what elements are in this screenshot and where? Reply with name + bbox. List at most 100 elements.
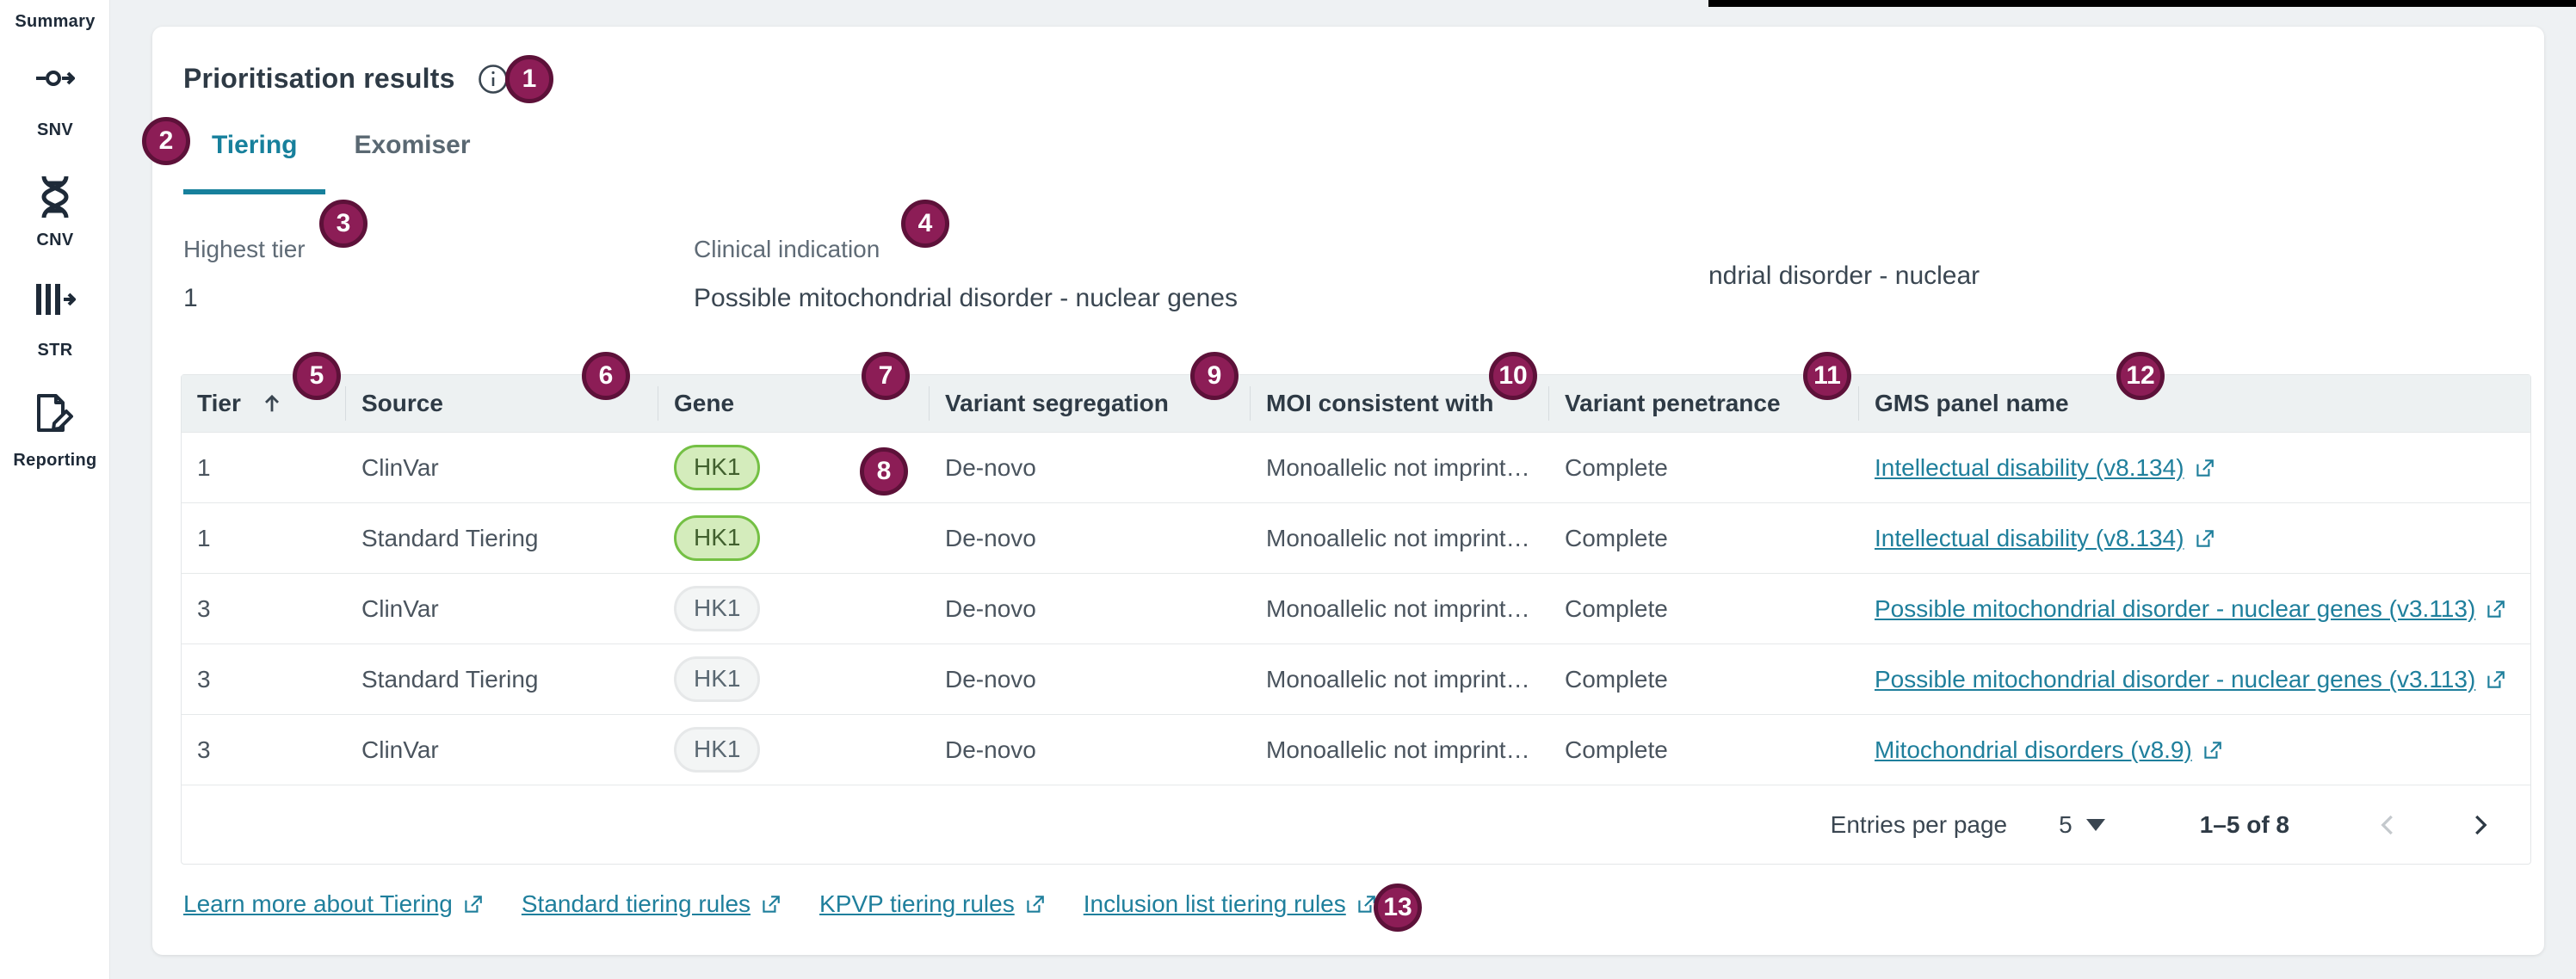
cell-moi: Monoallelic not imprint…	[1251, 454, 1549, 482]
cell-segregation: De-novo	[930, 595, 1251, 623]
cell-panel: Intellectual disability (v8.134)	[1859, 454, 2530, 482]
cell-panel: Possible mitochondrial disorder - nuclea…	[1859, 595, 2530, 623]
external-link-icon	[759, 893, 781, 915]
gene-chip: HK1	[674, 515, 760, 561]
next-page-button[interactable]	[2467, 812, 2493, 838]
callout-badge-13: 13	[1374, 884, 1422, 932]
gms-panel-link[interactable]: Intellectual disability (v8.134)	[1875, 525, 2215, 552]
gene-chip: HK1	[674, 727, 760, 773]
cell-tier: 1	[182, 525, 346, 552]
inclusion-list-tiering-rules-link[interactable]: Inclusion list tiering rules	[1084, 890, 1377, 918]
cell-penetrance: Complete	[1549, 595, 1859, 623]
gms-panel-link[interactable]: Intellectual disability (v8.134)	[1875, 454, 2215, 482]
truncated-text-artifact: ndrial disorder - nuclear	[1708, 262, 1980, 291]
table-header-row: Tier Source Gene Variant segregation MOI…	[182, 375, 2530, 432]
sidebar-item-snv[interactable]: SNV	[0, 120, 110, 140]
cell-gene: HK1	[658, 656, 930, 702]
gene-chip: HK1	[674, 656, 760, 702]
cell-tier: 3	[182, 595, 346, 623]
tab-bar: Tiering Exomiser	[183, 131, 499, 194]
cell-panel: Possible mitochondrial disorder - nuclea…	[1859, 666, 2530, 693]
sidebar-item-reporting[interactable]: Reporting	[0, 451, 110, 471]
entries-per-page-label: Entries per page	[1831, 811, 2007, 839]
callout-badge-10: 10	[1489, 352, 1537, 400]
cell-segregation: De-novo	[930, 454, 1251, 482]
top-black-bar	[1708, 0, 2576, 7]
callout-badge-8: 8	[860, 447, 908, 496]
callout-badge-4: 4	[901, 200, 949, 248]
previous-page-button[interactable]	[2375, 812, 2401, 838]
entries-per-page-select[interactable]: 5	[2059, 811, 2105, 839]
gms-panel-link[interactable]: Possible mitochondrial disorder - nuclea…	[1875, 595, 2506, 623]
callout-badge-3: 3	[319, 200, 368, 248]
external-link-icon	[1023, 893, 1046, 915]
gms-panel-link[interactable]: Mitochondrial disorders (v8.9)	[1875, 736, 2223, 764]
cell-segregation: De-novo	[930, 525, 1251, 552]
info-icon[interactable]	[478, 64, 509, 95]
external-link-icon	[2193, 527, 2215, 550]
kpvp-tiering-rules-link[interactable]: KPVP tiering rules	[819, 890, 1046, 918]
clinical-indication-value: Possible mitochondrial disorder - nuclea…	[694, 277, 1245, 320]
chevron-down-icon	[2086, 819, 2105, 831]
external-link-icon	[2484, 668, 2506, 691]
gms-panel-link[interactable]: Possible mitochondrial disorder - nuclea…	[1875, 666, 2506, 693]
callout-badge-9: 9	[1190, 352, 1239, 400]
learn-more-tiering-link[interactable]: Learn more about Tiering	[183, 890, 484, 918]
cell-gene: HK1	[658, 586, 930, 631]
highest-tier-label: Highest tier	[183, 236, 631, 263]
snv-icon[interactable]	[0, 65, 110, 91]
cell-segregation: De-novo	[930, 736, 1251, 764]
callout-badge-11: 11	[1803, 352, 1851, 400]
cell-source: ClinVar	[346, 595, 658, 623]
tiering-table: Tier Source Gene Variant segregation MOI…	[181, 374, 2531, 865]
standard-tiering-rules-link[interactable]: Standard tiering rules	[522, 890, 781, 918]
table-row: 3 Standard Tiering HK1 De-novo Monoallel…	[182, 643, 2530, 714]
cell-penetrance: Complete	[1549, 666, 1859, 693]
callout-badge-5: 5	[293, 352, 341, 400]
external-link-icon	[2484, 598, 2506, 620]
cell-panel: Mitochondrial disorders (v8.9)	[1859, 736, 2530, 764]
gene-chip: HK1	[674, 445, 760, 490]
cell-tier: 3	[182, 736, 346, 764]
cell-gene: HK1	[658, 727, 930, 773]
external-link-icon	[2201, 739, 2223, 761]
cell-source: ClinVar	[346, 454, 658, 482]
sidebar-item-str[interactable]: STR	[0, 341, 110, 360]
str-icon[interactable]	[0, 282, 110, 317]
callout-badge-6: 6	[582, 352, 630, 400]
tiering-help-links: Learn more about Tiering Standard tierin…	[183, 890, 1377, 918]
highest-tier-value: 1	[183, 277, 631, 320]
cell-moi: Monoallelic not imprint…	[1251, 595, 1549, 623]
cell-moi: Monoallelic not imprint…	[1251, 666, 1549, 693]
cell-moi: Monoallelic not imprint…	[1251, 525, 1549, 552]
table-pagination: Entries per page 5 1–5 of 8	[182, 785, 2530, 864]
cell-source: ClinVar	[346, 736, 658, 764]
callout-badge-1: 1	[505, 55, 553, 103]
table-row: 1 ClinVar HK1 De-novo Monoallelic not im…	[182, 432, 2530, 502]
cell-tier: 1	[182, 454, 346, 482]
reporting-icon[interactable]	[0, 392, 110, 434]
sort-ascending-icon[interactable]	[260, 391, 284, 416]
external-link-icon	[2193, 457, 2215, 479]
page-title: Prioritisation results	[183, 63, 455, 95]
sidebar: Summary SNV CNV STR Reporting	[0, 0, 110, 979]
table-row: 3 ClinVar HK1 De-novo Monoallelic not im…	[182, 714, 2530, 785]
cell-tier: 3	[182, 666, 346, 693]
cell-gene: HK1	[658, 515, 930, 561]
clinical-indication-block: Clinical indication Possible mitochondri…	[694, 236, 1245, 320]
cell-penetrance: Complete	[1549, 736, 1859, 764]
table-row: 3 ClinVar HK1 De-novo Monoallelic not im…	[182, 573, 2530, 643]
column-header-gms-panel-name: GMS panel name	[1859, 375, 2530, 432]
callout-badge-7: 7	[862, 352, 910, 400]
cell-source: Standard Tiering	[346, 666, 658, 693]
table-row: 1 Standard Tiering HK1 De-novo Monoallel…	[182, 502, 2530, 573]
cell-penetrance: Complete	[1549, 454, 1859, 482]
cnv-icon[interactable]	[0, 175, 110, 219]
tab-exomiser[interactable]: Exomiser	[325, 131, 498, 194]
sidebar-item-cnv[interactable]: CNV	[0, 231, 110, 250]
highest-tier-block: Highest tier 1	[183, 236, 631, 320]
callout-badge-2: 2	[142, 117, 190, 165]
tab-tiering[interactable]: Tiering	[183, 131, 325, 194]
callout-badge-12: 12	[2116, 352, 2165, 400]
sidebar-item-summary[interactable]: Summary	[0, 12, 110, 32]
